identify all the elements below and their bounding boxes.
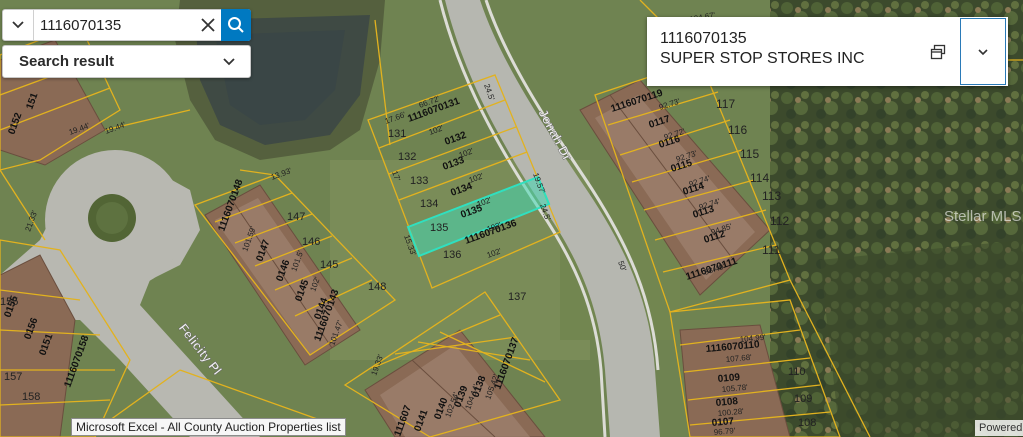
search-result-label: Search result — [19, 53, 115, 70]
lot-number: 114 — [750, 171, 769, 185]
close-icon — [201, 18, 215, 32]
lot-number: 131 — [388, 128, 406, 140]
lot-number: 158 — [22, 391, 40, 403]
popup-title: 1116070135 — [660, 30, 747, 47]
attribution[interactable]: Powered by Esri — [975, 420, 1023, 436]
lot-number: 146 — [302, 236, 320, 248]
dock-icon — [930, 44, 946, 59]
search-button[interactable] — [221, 9, 251, 41]
lot-number: 116 — [728, 123, 747, 137]
lot-number: 155 — [0, 296, 18, 308]
lot-number: 148 — [368, 281, 386, 293]
chevron-down-icon — [978, 48, 988, 55]
lot-number: 133 — [410, 175, 428, 187]
watermark: Stellar MLS — [944, 208, 1022, 225]
lot-number: 147 — [287, 211, 305, 223]
feature-popup: 1116070135 SUPER STOP STORES INC — [647, 17, 1008, 86]
lot-number: 112 — [770, 214, 789, 228]
lot-number: 136 — [443, 249, 461, 261]
collapse-popup-button[interactable] — [960, 18, 1006, 85]
popup-header[interactable]: 1116070135 SUPER STOP STORES INC — [647, 17, 916, 86]
lot-number: 110 — [788, 366, 806, 378]
lot-number: 135 — [430, 222, 448, 234]
lot-number: 113 — [762, 189, 781, 203]
lot-number: 134 — [420, 198, 438, 210]
lot-number: 108 — [798, 417, 816, 429]
popup-subtitle: SUPER STOP STORES INC — [660, 50, 865, 67]
taskbar-tooltip: Microsoft Excel - All County Auction Pro… — [71, 418, 346, 436]
clear-search-button[interactable] — [195, 10, 221, 40]
search-result-dropdown[interactable]: Search result — [2, 45, 251, 78]
search-icon — [228, 17, 244, 33]
lot-number: 109 — [794, 393, 812, 405]
lot-number: 137 — [508, 291, 526, 303]
search-input[interactable] — [34, 10, 195, 40]
lot-number: 115 — [740, 147, 759, 161]
chevron-down-icon — [12, 21, 24, 29]
lot-number: 145 — [320, 259, 338, 271]
lot-number: 132 — [398, 151, 416, 163]
dock-popup-button[interactable] — [916, 17, 960, 86]
lot-number: 117 — [716, 97, 735, 111]
lot-number: 157 — [4, 371, 22, 383]
parcel-dimension: 96.79' — [713, 426, 736, 437]
chevron-down-icon — [223, 57, 235, 65]
lot-number: 111 — [762, 243, 781, 257]
search-box — [2, 9, 251, 41]
search-source-dropdown[interactable] — [3, 10, 34, 40]
